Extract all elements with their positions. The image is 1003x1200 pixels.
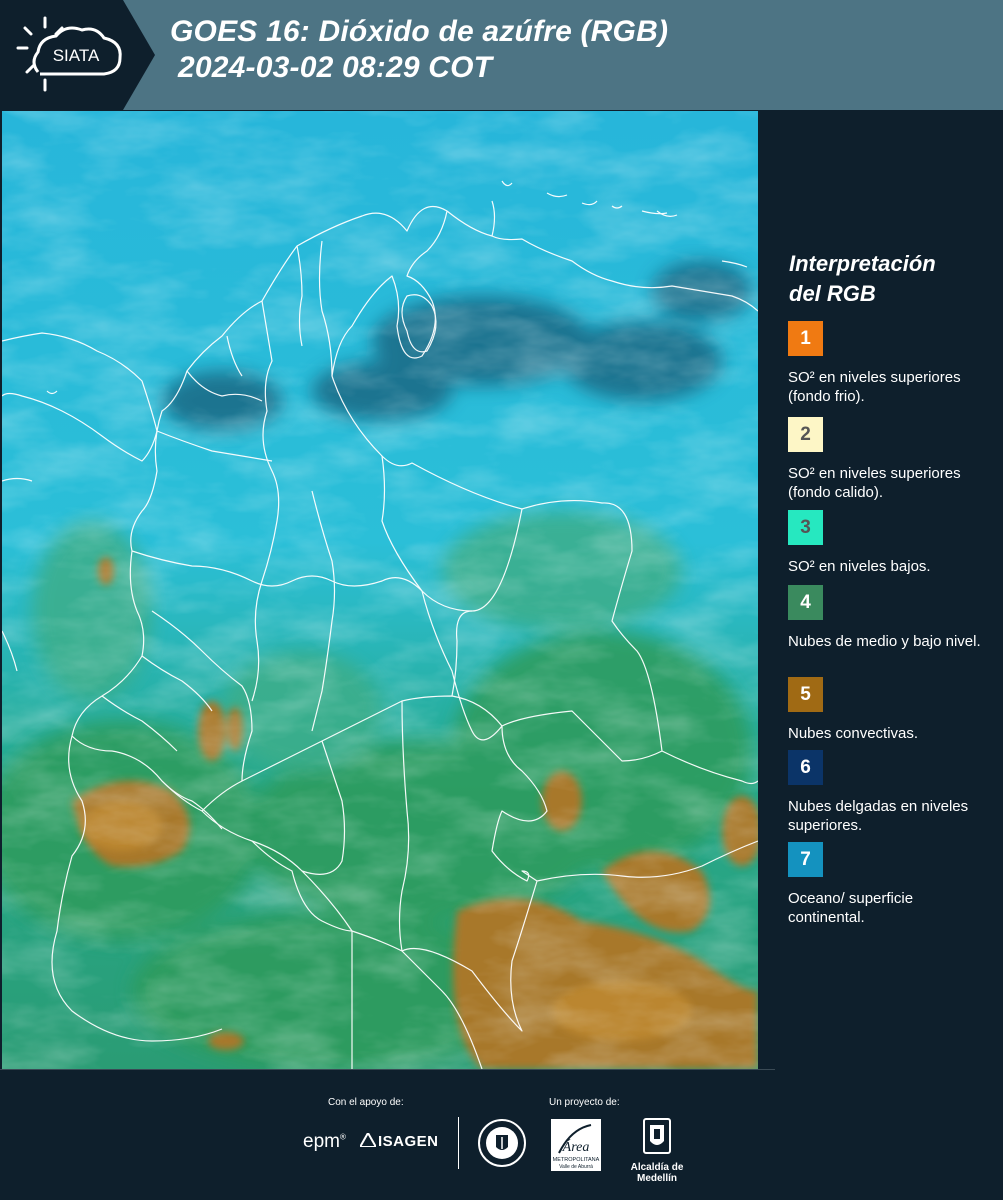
- epm-text: epm: [303, 1131, 340, 1152]
- medellin-shield-icon: [643, 1118, 671, 1154]
- legend-title-line-1: Interpretación: [789, 251, 936, 276]
- isagen-logo[interactable]: ISAGEN: [358, 1130, 439, 1150]
- legend-label-1: SO² en niveles superiores (fondo frio).: [788, 369, 961, 405]
- support-label: Con el apoyo de:: [328, 1097, 404, 1108]
- legend-swatch-5: 5: [788, 677, 823, 712]
- legend-swatch-1: 1: [788, 321, 823, 356]
- page-title: GOES 16: Dióxido de azúfre (RGB) 2024-03…: [170, 14, 668, 86]
- legend-panel: Interpretación del RGB 1 SO² en niveles …: [758, 111, 1003, 1069]
- university-seal-icon[interactable]: [477, 1117, 527, 1169]
- alcaldia-label: Alcaldía de Medellín: [630, 1162, 684, 1184]
- title-line-2: 2024-03-02 08:29 COT: [178, 51, 493, 84]
- legend-item-6: 6 Nubes delgadas en niveles superiores.: [788, 750, 993, 835]
- footer-divider-line: [0, 1069, 775, 1070]
- isagen-icon: [358, 1130, 378, 1148]
- legend-label-5: Nubes convectivas.: [788, 725, 919, 742]
- logo-text: SIATA: [53, 46, 100, 65]
- legend-swatch-7: 7: [788, 842, 823, 877]
- epm-logo[interactable]: epm®: [303, 1131, 346, 1153]
- satellite-map[interactable]: [2, 111, 758, 1069]
- legend-swatch-2: 2: [788, 417, 823, 452]
- legend-item-1: 1 SO² en niveles superiores (fondo frio)…: [788, 321, 993, 406]
- siata-logo[interactable]: SIATA: [0, 0, 155, 110]
- legend-label-6: Nubes delgadas en niveles superiores.: [788, 798, 969, 834]
- area-metropolitana-logo[interactable]: Área METROPOLITANA Valle de Aburrá: [551, 1119, 601, 1171]
- project-label: Un proyecto de:: [549, 1097, 620, 1108]
- title-line-1: GOES 16: Dióxido de azúfre (RGB): [170, 15, 669, 48]
- amva-text: Área: [562, 1138, 590, 1155]
- legend-item-2: 2 SO² en niveles superiores (fondo calid…: [788, 417, 993, 502]
- footer-divider: [458, 1117, 459, 1169]
- legend-label-7: Oceano/ superficie continental.: [788, 890, 914, 926]
- legend-swatch-6: 6: [788, 750, 823, 785]
- legend-item-7: 7 Oceano/ superficie continental.: [788, 842, 993, 927]
- legend-item-5: 5 Nubes convectivas.: [788, 677, 993, 743]
- alcaldia-medellin-logo[interactable]: Alcaldía de Medellín: [611, 1117, 703, 1184]
- amva-sub2: Valle de Aburrá: [559, 1164, 593, 1170]
- legend-item-3: 3 SO² en niveles bajos.: [788, 510, 993, 576]
- legend-label-2: SO² en niveles superiores (fondo calido)…: [788, 465, 961, 501]
- legend-swatch-4: 4: [788, 585, 823, 620]
- isagen-text: ISAGEN: [378, 1133, 439, 1150]
- legend-title-line-2: del RGB: [789, 281, 876, 306]
- legend-title: Interpretación del RGB: [789, 249, 989, 309]
- legend-label-3: SO² en niveles bajos.: [788, 558, 931, 575]
- cloud-texture: [2, 111, 758, 1069]
- header: SIATA GOES 16: Dióxido de azúfre (RGB) 2…: [0, 0, 1003, 110]
- amva-sub1: METROPOLITANA: [553, 1157, 600, 1163]
- legend-label-4: Nubes de medio y bajo nivel.: [788, 633, 981, 650]
- footer: Con el apoyo de: Un proyecto de: epm® IS…: [0, 1069, 1003, 1200]
- legend-swatch-3: 3: [788, 510, 823, 545]
- legend-item-4: 4 Nubes de medio y bajo nivel.: [788, 585, 993, 651]
